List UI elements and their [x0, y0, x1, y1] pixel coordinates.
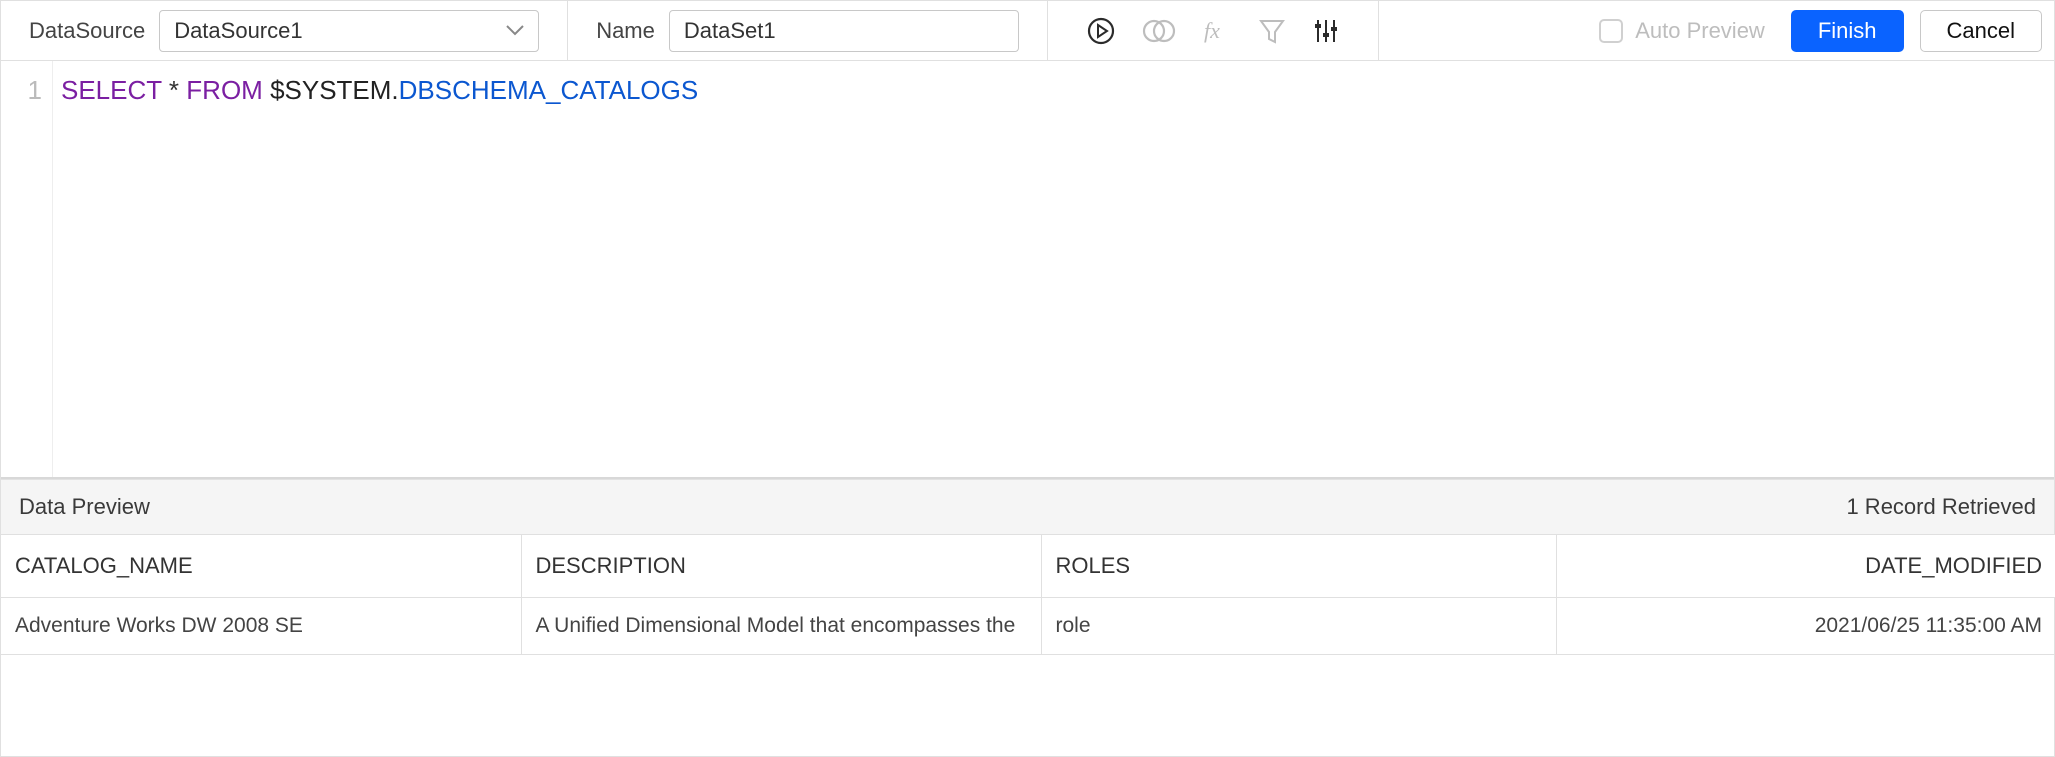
- token-catalog: DBSCHEMA_CATALOGS: [399, 75, 699, 105]
- cell-description: A Unified Dimensional Model that encompa…: [521, 598, 1041, 655]
- svg-text:fx: fx: [1204, 18, 1220, 43]
- datasource-group: DataSource DataSource1: [29, 10, 539, 52]
- cell-catalog-name: Adventure Works DW 2008 SE: [1, 598, 521, 655]
- editor-code[interactable]: SELECT * FROM $SYSTEM.DBSCHEMA_CATALOGS: [53, 61, 2054, 477]
- play-icon[interactable]: [1086, 16, 1116, 46]
- datasource-dropdown[interactable]: DataSource1: [159, 10, 539, 52]
- preview-title: Data Preview: [19, 494, 150, 520]
- fx-icon[interactable]: fx: [1202, 16, 1232, 46]
- table-row[interactable]: Adventure Works DW 2008 SE A Unified Dim…: [1, 598, 2055, 655]
- token-from: FROM: [186, 75, 263, 105]
- name-group: Name: [596, 10, 1019, 52]
- datasource-value: DataSource1: [174, 18, 302, 44]
- cell-date-modified: 2021/06/25 11:35:00 AM: [1556, 598, 2055, 655]
- cell-roles: role: [1041, 598, 1556, 655]
- line-number: 1: [1, 75, 42, 106]
- sql-editor[interactable]: 1 SELECT * FROM $SYSTEM.DBSCHEMA_CATALOG…: [1, 61, 2054, 479]
- col-catalog-name[interactable]: CATALOG_NAME: [1, 535, 521, 598]
- col-date-modified[interactable]: DATE_MODIFIED: [1556, 535, 2055, 598]
- name-label: Name: [596, 18, 655, 44]
- toolbar: DataSource DataSource1 Name fx: [1, 1, 2054, 61]
- auto-preview-checkbox[interactable]: [1599, 19, 1623, 43]
- finish-button[interactable]: Finish: [1791, 10, 1904, 52]
- separator: [1047, 1, 1048, 61]
- icon-toolbar: fx: [1076, 16, 1350, 46]
- auto-preview-toggle[interactable]: Auto Preview: [1599, 18, 1765, 44]
- filter-icon[interactable]: [1258, 17, 1286, 45]
- table-header-row: CATALOG_NAME DESCRIPTION ROLES DATE_MODI…: [1, 535, 2055, 598]
- chevron-down-icon: [506, 25, 524, 37]
- join-icon[interactable]: [1142, 16, 1176, 46]
- sliders-icon[interactable]: [1312, 17, 1340, 45]
- separator: [567, 1, 568, 61]
- cancel-button[interactable]: Cancel: [1920, 10, 2042, 52]
- auto-preview-label: Auto Preview: [1635, 18, 1765, 44]
- name-input[interactable]: [669, 10, 1019, 52]
- editor-gutter: 1: [1, 61, 53, 477]
- preview-header: Data Preview 1 Record Retrieved: [1, 479, 2054, 535]
- datasource-label: DataSource: [29, 18, 145, 44]
- token-select: SELECT: [61, 75, 162, 105]
- col-description[interactable]: DESCRIPTION: [521, 535, 1041, 598]
- token-system: $SYSTEM.: [270, 75, 399, 105]
- token-star: *: [169, 75, 179, 105]
- separator: [1378, 1, 1379, 61]
- col-roles[interactable]: ROLES: [1041, 535, 1556, 598]
- preview-table: CATALOG_NAME DESCRIPTION ROLES DATE_MODI…: [1, 535, 2055, 655]
- preview-status: 1 Record Retrieved: [1846, 494, 2036, 520]
